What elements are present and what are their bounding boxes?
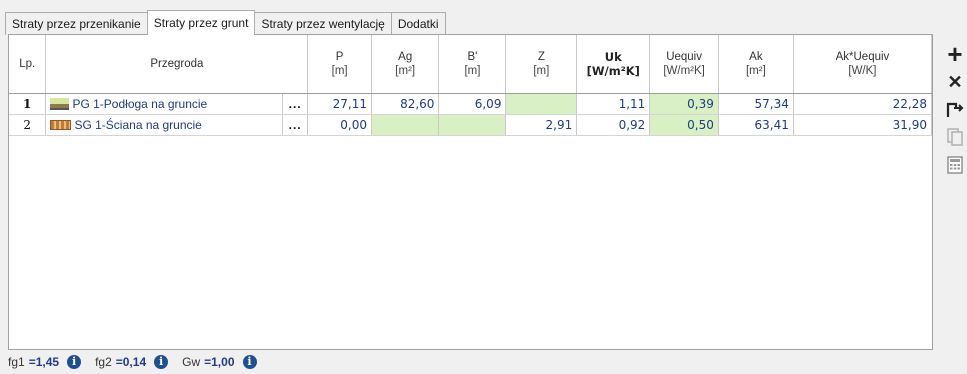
cell-uk[interactable]: 0,92 [576,114,651,136]
delete-icon[interactable]: ✕ [944,68,966,96]
header-przegroda: Przegroda [45,35,309,94]
cell-p[interactable]: 27,11 [307,93,372,115]
ground-losses-panel: Lp. Przegroda P [m] Ag [m²] B' [m] Z [m] Uk[… [8,34,933,350]
cell-ak-uequiv[interactable]: 31,90 [793,114,933,136]
cell-z[interactable]: 2,91 [505,114,578,136]
info-icon[interactable]: i [154,355,169,369]
tab-dodatki[interactable]: Dodatki [390,12,446,35]
gw-value: =1,00 [204,355,235,369]
floor-on-ground-icon [50,98,70,110]
tab-bar: Straty przez przenikanie Straty przez gr… [5,10,446,35]
header-z: Z [m] [505,35,578,94]
coefficients-bar: fg1 =1,45 i fg2 =0,14 i Gw =1,00 i [8,352,271,372]
table-row[interactable]: 2 SG 1-Ściana na gruncie ... 0,00 2,91 0… [9,114,933,136]
row-lp: 1 [9,93,47,115]
header-lp: Lp. [9,35,47,94]
header-b: B' [m] [438,35,507,94]
cell-ag[interactable] [371,114,440,136]
row-przegroda-name: PG 1-Podłoga na gruncie [72,97,208,111]
table-row[interactable]: 1 PG 1-Podłoga na gruncie ... 27,11 82,6… [9,93,933,115]
info-icon[interactable]: i [67,355,82,369]
fg2-label: fg2 [95,355,112,369]
cell-ak[interactable]: 57,34 [718,93,794,115]
side-toolbar: + ✕ [944,40,967,180]
add-icon[interactable]: + [944,40,966,68]
row-browse-button[interactable]: ... [282,114,309,136]
wall-on-ground-icon [50,120,72,130]
header-uk: Uk [W/m²K] [576,35,651,94]
cell-uk[interactable]: 1,11 [576,93,651,115]
cell-b[interactable]: 6,09 [438,93,507,115]
tab-straty-przez-wentylacje[interactable]: Straty przez wentylację [254,12,392,35]
cell-ak[interactable]: 63,41 [718,114,794,136]
header-ak-uequiv: Ak*Uequiv [W/K] [793,35,933,94]
header-p: P [m] [307,35,372,94]
insert-row-icon[interactable] [944,96,966,124]
row-przegroda[interactable]: PG 1-Podłoga na gruncie [45,93,283,115]
fg1-label: fg1 [8,355,25,369]
gw-label: Gw [182,355,201,369]
cell-ak-uequiv[interactable]: 22,28 [793,93,933,115]
cell-uequiv[interactable]: 0,39 [649,93,719,115]
cell-uequiv[interactable]: 0,50 [649,114,719,136]
fg2-value: =0,14 [115,355,147,369]
header-uequiv: Uequiv [W/m²K] [649,35,719,94]
cell-p[interactable]: 0,00 [307,114,372,136]
cell-z[interactable] [505,93,578,115]
calculator-icon[interactable] [944,152,966,180]
row-browse-button[interactable]: ... [282,93,309,115]
ground-losses-table: Lp. Przegroda P [m] Ag [m²] B' [m] Z [m] Uk[… [9,35,933,136]
cell-ag[interactable]: 82,60 [371,93,440,115]
copy-icon [944,124,966,152]
table-header-row: Lp. Przegroda P [m] Ag [m²] B' [m] Z [m] Uk[… [9,35,933,94]
row-przegroda-name: SG 1-Ściana na gruncie [74,118,202,132]
tab-straty-przez-grunt[interactable]: Straty przez grunt [146,10,256,35]
fg1-value: =1,45 [28,355,60,369]
header-ag: Ag [m²] [371,35,440,94]
row-lp: 2 [9,114,47,136]
tab-straty-przez-przenikanie[interactable]: Straty przez przenikanie [5,12,148,35]
row-przegroda[interactable]: SG 1-Ściana na gruncie [45,114,283,136]
cell-b[interactable] [438,114,507,136]
info-icon[interactable]: i [242,355,257,369]
header-ak: Ak [m²] [718,35,794,94]
